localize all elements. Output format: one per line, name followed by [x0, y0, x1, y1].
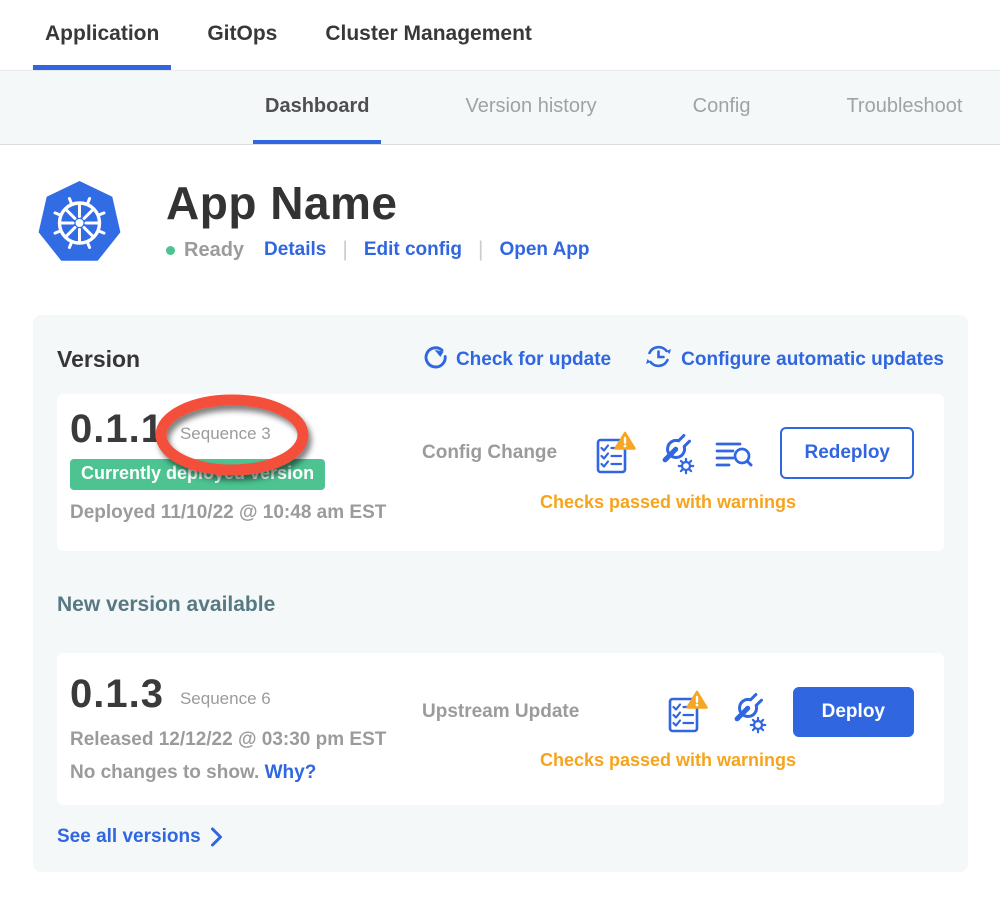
available-source-label: Upstream Update — [422, 701, 579, 723]
tab-config[interactable]: Config — [681, 71, 763, 144]
current-source-label: Config Change — [422, 442, 557, 464]
available-sequence-label: Sequence 6 — [180, 689, 271, 708]
secondary-nav: Dashboard Version history Config Trouble… — [0, 71, 1000, 145]
status-dot-icon — [166, 246, 175, 255]
page-title: App Name — [166, 180, 590, 226]
new-version-heading: New version available — [57, 593, 944, 617]
app-header: App Name Ready Details | Edit config | O… — [36, 178, 1000, 265]
current-version-number: 0.1.1 — [70, 407, 164, 452]
refresh-icon — [422, 344, 447, 375]
available-version-card: 0.1.3 Sequence 6 Released 12/12/22 @ 03:… — [57, 653, 944, 805]
why-link[interactable]: Why? — [265, 762, 317, 783]
configure-automatic-updates-label: Configure automatic updates — [681, 349, 944, 371]
nav-item-application[interactable]: Application — [33, 0, 171, 70]
chevron-right-icon — [210, 826, 223, 848]
version-panel: Version Check for update — [33, 315, 968, 872]
check-for-update-link[interactable]: Check for update — [422, 344, 611, 375]
primary-nav: Application GitOps Cluster Management — [0, 0, 1000, 71]
current-checks-status: Checks passed with warnings — [422, 492, 914, 513]
nav-item-cluster-management[interactable]: Cluster Management — [313, 0, 544, 70]
current-sequence-label: Sequence 3 — [180, 424, 271, 443]
view-diff-icon[interactable] — [714, 434, 754, 472]
deployed-timestamp: Deployed 11/10/22 @ 10:48 am EST — [70, 502, 422, 524]
configure-automatic-updates-link[interactable]: Configure automatic updates — [645, 343, 944, 376]
app-status-row: Ready Details | Edit config | Open App — [166, 238, 590, 262]
nav-item-gitops[interactable]: GitOps — [195, 0, 289, 70]
available-checks-status: Checks passed with warnings — [422, 750, 914, 771]
tab-version-history[interactable]: Version history — [453, 71, 608, 144]
tab-troubleshoot[interactable]: Troubleshoot — [834, 71, 974, 144]
check-for-update-label: Check for update — [456, 349, 611, 371]
preflight-checks-warning-icon[interactable] — [595, 431, 636, 475]
auto-update-icon — [645, 343, 672, 376]
redeploy-button[interactable]: Redeploy — [780, 427, 914, 479]
see-all-versions-link[interactable]: See all versions — [57, 826, 944, 848]
tab-dashboard[interactable]: Dashboard — [253, 71, 381, 144]
version-heading: Version — [57, 346, 140, 373]
kubernetes-logo-icon — [36, 178, 123, 265]
link-divider: | — [478, 238, 483, 262]
available-version-number: 0.1.3 — [70, 672, 164, 717]
link-divider: | — [342, 238, 347, 262]
edit-config-link[interactable]: Edit config — [364, 239, 462, 261]
config-wrench-icon[interactable] — [655, 431, 695, 475]
released-timestamp: Released 12/12/22 @ 03:30 pm EST — [70, 729, 422, 751]
open-app-link[interactable]: Open App — [499, 239, 589, 261]
currently-deployed-badge: Currently deployed version — [70, 459, 325, 490]
preflight-checks-warning-icon[interactable] — [667, 690, 708, 734]
deploy-button[interactable]: Deploy — [793, 687, 914, 737]
config-wrench-icon[interactable] — [727, 690, 767, 734]
details-link[interactable]: Details — [264, 239, 326, 261]
current-version-card: 0.1.1 Sequence 3 — [57, 394, 944, 551]
status-badge: Ready — [184, 239, 244, 262]
no-changes-text: No changes to show. — [70, 762, 259, 783]
see-all-versions-label: See all versions — [57, 826, 201, 848]
